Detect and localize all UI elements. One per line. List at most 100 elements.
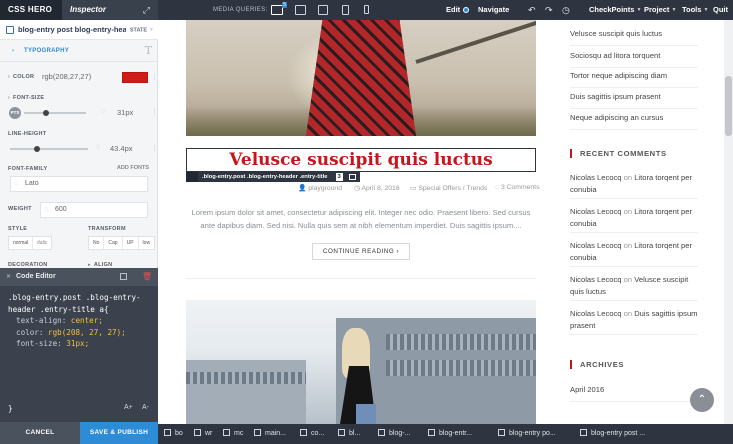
style-italic-button[interactable]: italic [33,237,51,249]
tablet-landscape-icon[interactable] [318,5,328,15]
code-editor-text[interactable]: .blog-entry.post .blog-entry- header .en… [8,292,141,350]
transform-none-button[interactable]: No [89,237,105,249]
font-size-slider-track[interactable] [24,112,86,114]
recent-post-link[interactable]: Sociosqu ad litora torquent [570,50,698,68]
font-size-slider-handle[interactable] [42,110,49,116]
font-weight-value: 600 [55,206,67,213]
font-weight-select[interactable]: ◌ 600 [40,202,148,218]
transform-capitalize-button[interactable]: Cap [104,237,123,249]
trash-icon[interactable]: 🗑 [142,272,152,281]
comment-author[interactable]: Nicolas Lecocq [570,173,622,182]
redo-icon[interactable]: ↷ [545,0,553,20]
comment-author[interactable]: Nicolas Lecocq [570,309,622,318]
breadcrumb-item[interactable]: co... [300,424,324,444]
breadcrumb-item[interactable]: wr [194,424,212,444]
tablet-portrait-icon[interactable] [342,5,349,15]
undo-icon[interactable]: ↶ [528,0,536,20]
line-height-slider-track[interactable] [10,148,88,150]
breadcrumb-item[interactable]: blog-entry post ... [580,424,645,444]
element-icon [194,429,201,436]
breadcrumb-item[interactable]: bo [164,424,183,444]
style-normal-button[interactable]: normal [9,237,34,249]
mode-toggle-icon[interactable] [463,7,469,13]
breadcrumb-item[interactable]: blog-entry po... [498,424,556,444]
line-height-slider-handle[interactable] [34,146,41,152]
recent-comment-item: Nicolas Lecocq on Duis sagittis ipsum pr… [570,308,698,335]
recent-post-link[interactable]: Neque adipiscing an cursus [570,112,698,130]
comment-icon: ◌ [31,73,36,80]
comment-author[interactable]: Nicolas Lecocq [570,207,622,216]
transform-uppercase-button[interactable]: UP [123,237,139,249]
recent-post-link[interactable]: Velusce suscipit quis luctus [570,28,698,46]
transform-lowercase-button[interactable]: low [139,237,155,249]
navigate-mode-button[interactable]: Navigate [478,0,509,20]
more-options-icon[interactable]: ⋮ [151,144,158,152]
recent-comment-item: Nicolas Lecocq on Litora torqent per con… [570,240,698,267]
collapse-icon[interactable]: ✕ [6,268,11,286]
media-queries-label: MEDIA QUERIES: [213,7,268,13]
unit-badge[interactable]: PTS [9,107,21,119]
more-options-icon[interactable]: ⋮ [151,108,158,116]
selector-icon [6,26,14,34]
mobile-view-icon[interactable] [364,5,369,14]
comment-author[interactable]: Nicolas Lecocq [570,275,622,284]
color-swatch[interactable] [122,72,148,83]
recent-post-link[interactable]: Tortor neque adipiscing diam [570,70,698,88]
desktop-view-icon[interactable]: 5 [271,2,287,15]
expand-icon[interactable]: ⤢ [143,0,150,20]
breadcrumb-item[interactable]: blog-entr... [428,424,472,444]
post-date-text: April 8, 2016 [361,185,400,192]
preview-scrollbar[interactable] [724,20,733,424]
typography-section-header[interactable]: › TYPOGRAPHY T [0,40,158,62]
add-fonts-link[interactable]: ADD FONTS [117,165,149,171]
archive-link[interactable]: April 2016 [570,384,698,402]
state-dropdown[interactable]: STATE ▼ [130,20,154,40]
element-icon [428,429,435,436]
post-comments[interactable]: ◌ 3 Comments [495,184,539,191]
bullet-icon: › [8,95,10,101]
tools-menu[interactable]: Tools ▼ [682,0,708,20]
breadcrumb-item[interactable]: main... [254,424,286,444]
continue-reading-button[interactable]: CONTINUE READING › [312,243,410,260]
more-options-icon[interactable]: ⋮ [151,73,158,81]
post-author[interactable]: 👤 playground [298,184,342,192]
drag-handle-icon[interactable] [186,172,198,182]
back-to-top-icon[interactable]: ⌃ [690,388,714,412]
comment-icon: ◌ [96,144,101,151]
font-increase-button[interactable]: A+ [124,404,133,411]
code-selector-line: header .entry-title a{ [8,304,109,314]
breadcrumb-item[interactable]: mc [223,424,243,444]
code-editor-panel: ✕ Code Editor 🗑 .blog-entry.post .blog-e… [0,268,158,422]
quit-button[interactable]: Quit [713,0,728,20]
save-publish-button[interactable]: SAVE & PUBLISH [80,422,158,444]
post-category[interactable]: ▭ Special Offers / Trends [410,184,487,192]
tab-inspector[interactable]: Inspector ⤢ [62,0,158,20]
font-family-select[interactable]: ◌ Lato [10,176,148,192]
post-title[interactable]: Velusce suscipit quis luctus [186,148,536,172]
cancel-button[interactable]: CANCEL [0,422,80,444]
comment-on: on [623,241,633,250]
frame-icon[interactable] [348,174,356,180]
comment-icon: ◌ [44,206,49,213]
state-label: STATE [129,27,148,34]
project-menu[interactable]: Project ▼ [644,0,676,20]
scrollbar-thumb[interactable] [725,76,732,136]
top-toolbar: CSS HERO Inspector ⤢ MEDIA QUERIES: 5 Ed… [0,0,733,20]
recent-post-link[interactable]: Duis sagittis ipsum prasent [570,91,698,109]
font-decrease-button[interactable]: A- [142,404,149,411]
checkpoints-menu[interactable]: CheckPoints ▼ [589,0,641,20]
breadcrumb-item[interactable]: blog-... [378,424,410,444]
history-icon[interactable]: ◷ [562,0,570,20]
divider [186,278,536,279]
breadcrumb-item[interactable]: bl... [338,424,360,444]
element-icon [300,429,307,436]
selector-row[interactable]: blog-entry post blog-entry-header STATE▼ [0,20,158,40]
font-size-value[interactable]: 31px [117,108,133,117]
laptop-view-icon[interactable] [295,5,306,15]
save-icon[interactable] [120,273,127,280]
color-value[interactable]: rgb(208,27,27) [42,72,91,81]
line-height-value[interactable]: 43.4px [110,144,133,153]
edit-mode-button[interactable]: Edit [446,0,460,20]
comment-author[interactable]: Nicolas Lecocq [570,241,622,250]
font-size-label-text: FONT-SIZE [12,95,45,101]
